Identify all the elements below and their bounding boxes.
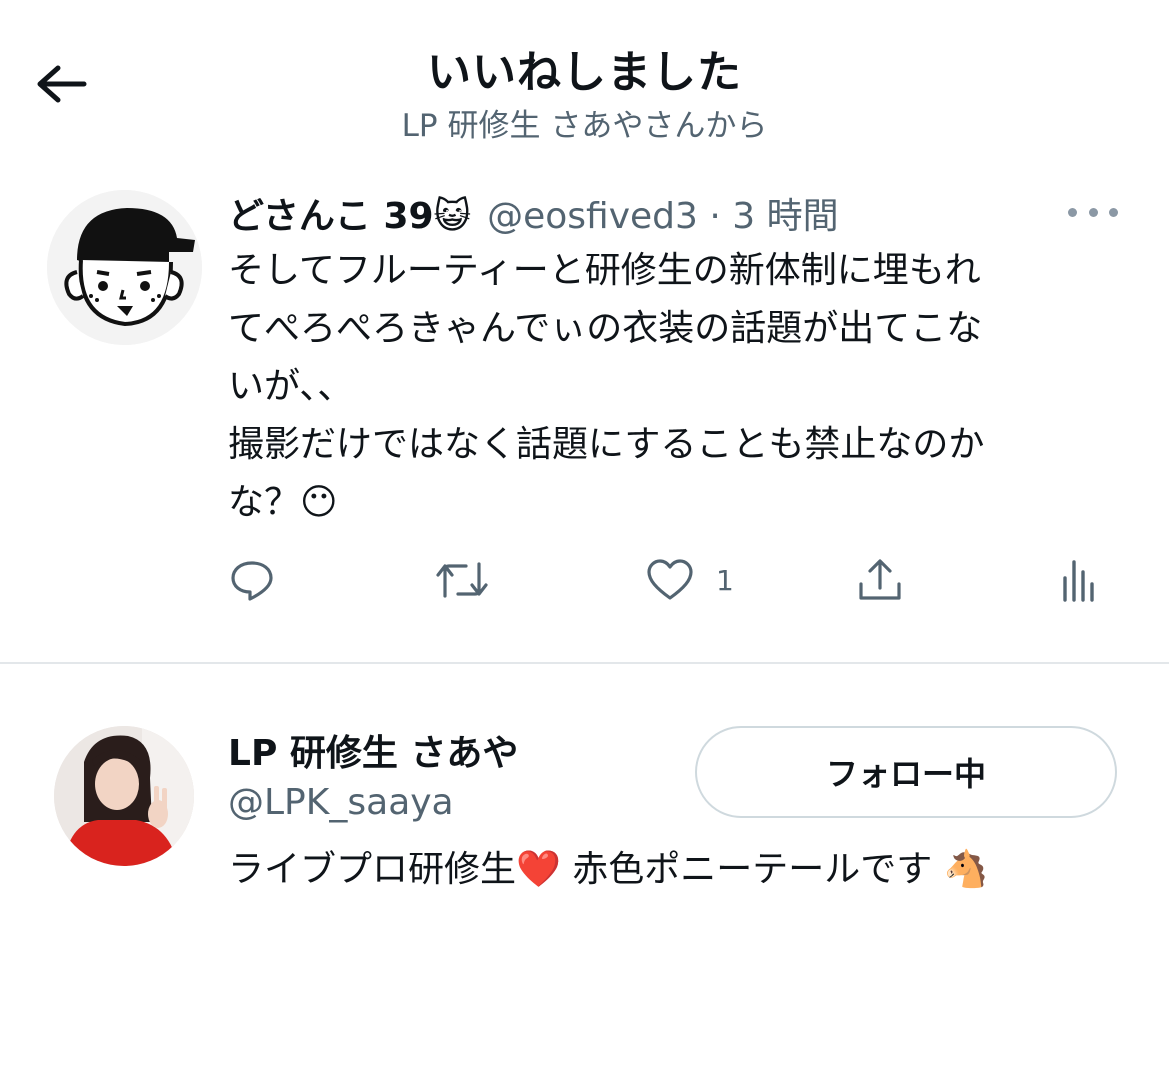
tweet-actions: 1 bbox=[228, 558, 1108, 602]
user-cell[interactable]: LP 研修生 さあや @LPK_saaya フォロー中 ライブプロ研修生❤️ 赤… bbox=[0, 664, 1169, 964]
reply-icon bbox=[231, 561, 273, 601]
share-button[interactable] bbox=[856, 558, 904, 602]
reply-button[interactable] bbox=[228, 558, 276, 602]
page-title: いいねしました bbox=[427, 47, 742, 98]
like-button[interactable]: 1 bbox=[646, 558, 734, 602]
retweet-button[interactable] bbox=[434, 558, 490, 602]
following-button[interactable]: フォロー中 bbox=[695, 726, 1117, 818]
page-header: いいねしました LP 研修生 さあやさんから bbox=[0, 0, 1169, 150]
like-count: 1 bbox=[716, 563, 734, 597]
like-icon bbox=[647, 559, 693, 600]
user-avatar[interactable] bbox=[54, 726, 194, 866]
user-handle[interactable]: @LPK_saaya bbox=[228, 782, 454, 823]
tweet-author-handle[interactable]: @eosfived3 · 3 時間 bbox=[487, 187, 839, 239]
tweet-text: そしてフルーティーと研修生の新体制に埋もれ てぺろぺろきゃんでぃの衣装の話題が出… bbox=[228, 250, 985, 523]
analytics-icon bbox=[1063, 560, 1094, 602]
analytics-button[interactable] bbox=[1060, 558, 1096, 602]
share-icon bbox=[859, 559, 901, 600]
tweet[interactable]: どさんこ 39😺 @eosfived3 · 3 時間 そしてフルーティーと研修生… bbox=[0, 170, 1169, 662]
retweet-icon bbox=[436, 562, 488, 598]
user-name[interactable]: LP 研修生 さあや bbox=[228, 724, 518, 776]
tweet-author-name[interactable]: どさんこ 39😺 bbox=[228, 187, 471, 239]
more-icon[interactable] bbox=[1068, 200, 1118, 224]
tweet-header: どさんこ 39😺 @eosfived3 · 3 時間 bbox=[228, 188, 839, 238]
user-photo-icon bbox=[54, 726, 194, 866]
page-subtitle: LP 研修生 さあやさんから bbox=[401, 108, 768, 144]
tweet-author-avatar[interactable] bbox=[47, 190, 202, 345]
user-bio: ライブプロ研修生❤️ 赤色ポニーテールです 🐴 bbox=[228, 849, 989, 890]
cartoon-face-icon bbox=[47, 190, 202, 345]
